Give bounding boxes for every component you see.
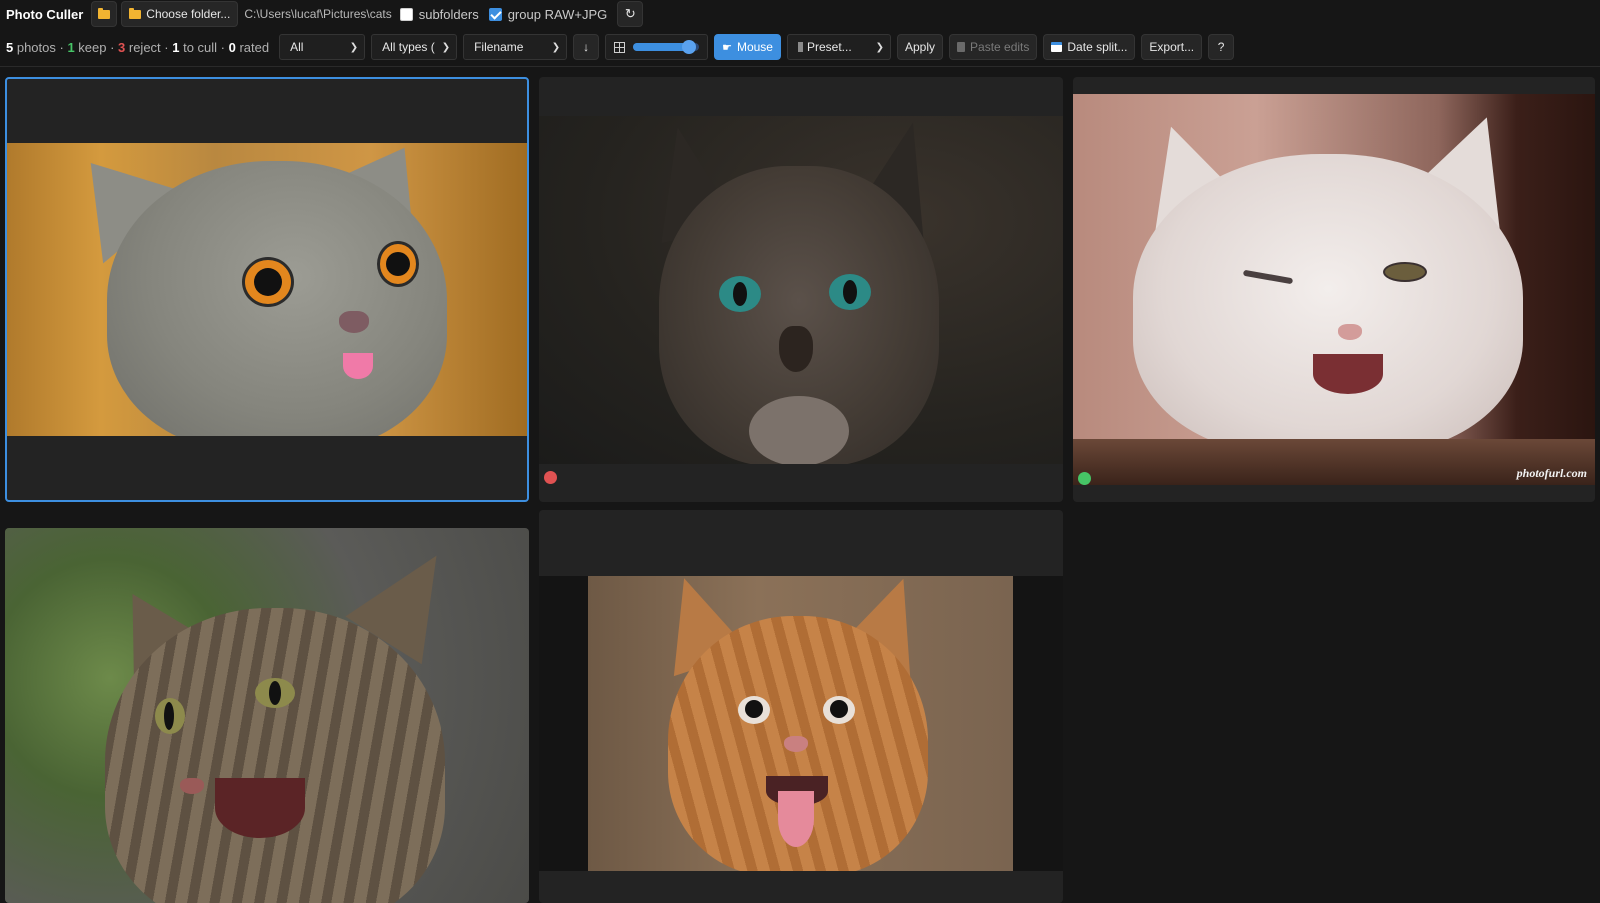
open-folder-button[interactable] bbox=[91, 1, 118, 27]
sort-select[interactable]: Filename ❯ bbox=[463, 34, 568, 60]
photo-card[interactable] bbox=[5, 77, 529, 502]
grid-icon bbox=[614, 41, 626, 53]
help-button[interactable]: ? bbox=[1208, 34, 1235, 60]
help-label: ? bbox=[1217, 40, 1225, 54]
chevron-down-icon: ❯ bbox=[875, 41, 884, 53]
watermark-text: photofurl.com bbox=[1516, 466, 1587, 480]
group-raw-jpg-checkbox-box[interactable] bbox=[488, 7, 502, 21]
sort-direction-button[interactable]: ↓ bbox=[573, 34, 600, 60]
reject-label: reject · bbox=[125, 39, 173, 55]
subfolders-checkbox-box[interactable] bbox=[399, 7, 413, 21]
preset-label: Preset... bbox=[806, 40, 852, 54]
keep-status-dot bbox=[1078, 472, 1091, 485]
photo-thumbnail-siamese-cat bbox=[539, 116, 1063, 464]
refresh-button[interactable]: ↻ bbox=[617, 1, 644, 27]
photo-card[interactable] bbox=[539, 510, 1063, 903]
apply-label: Apply bbox=[904, 40, 936, 54]
chevron-down-icon: ❯ bbox=[349, 41, 359, 53]
photo-card[interactable] bbox=[5, 528, 529, 903]
folder-icon bbox=[129, 7, 142, 19]
photos-label: photos · bbox=[13, 39, 68, 55]
photo-thumbnail-white-kitten: photofurl.com bbox=[1073, 94, 1595, 485]
rated-count: 0 bbox=[228, 39, 236, 55]
slider-thumb[interactable] bbox=[682, 40, 697, 54]
group-raw-jpg-checkbox[interactable]: group RAW+JPG bbox=[488, 6, 608, 22]
photo-card[interactable] bbox=[539, 77, 1063, 502]
paste-edits-button[interactable]: Paste edits bbox=[949, 34, 1038, 60]
arrow-down-icon: ↓ bbox=[583, 40, 590, 54]
photo-stats: 5 photos · 1 keep · 3 reject · 1 to cull… bbox=[6, 40, 269, 55]
photo-thumbnail-orange-kitten bbox=[588, 576, 1013, 871]
reject-status-dot bbox=[544, 471, 557, 484]
folder-path: C:\Users\lucaf\Pictures\cats bbox=[244, 7, 392, 21]
keep-count: 1 bbox=[67, 39, 75, 55]
preset-icon bbox=[797, 42, 803, 52]
toolbar-divider bbox=[0, 66, 1600, 67]
rated-label: rated bbox=[235, 39, 270, 55]
status-filter-select[interactable]: All ❯ bbox=[279, 34, 366, 60]
keep-label: keep · bbox=[74, 39, 119, 55]
chevron-down-icon: ❯ bbox=[551, 41, 561, 53]
type-filter-select[interactable]: All types ( ❯ bbox=[371, 34, 458, 60]
sort-value: Filename bbox=[474, 40, 524, 54]
thumbnail-size-slider[interactable] bbox=[633, 40, 700, 54]
slider-fill bbox=[633, 43, 690, 51]
status-filter-value: All bbox=[290, 40, 304, 54]
apply-button[interactable]: Apply bbox=[896, 34, 944, 60]
photo-card[interactable]: photofurl.com bbox=[1073, 77, 1595, 502]
mouse-pointer-icon: ☛ bbox=[722, 41, 732, 54]
mouse-label: Mouse bbox=[736, 40, 773, 54]
filter-toolbar: 5 photos · 1 keep · 3 reject · 1 to cull… bbox=[0, 32, 1235, 62]
type-filter-value: All types ( bbox=[382, 40, 435, 54]
mouse-mode-button[interactable]: ☛ Mouse bbox=[714, 34, 781, 60]
cull-label: to cull · bbox=[179, 39, 229, 55]
top-toolbar: Photo Culler Choose folder... C:\Users\l… bbox=[0, 0, 644, 28]
preset-select[interactable]: Preset... ❯ bbox=[786, 34, 891, 60]
export-label: Export... bbox=[1149, 40, 1195, 54]
subfolders-label: subfolders bbox=[418, 6, 479, 22]
app-title: Photo Culler bbox=[6, 6, 84, 22]
photo-thumbnail-grey-kitten bbox=[7, 143, 527, 436]
preset-value: Preset... bbox=[797, 40, 852, 54]
folder-open-icon bbox=[98, 7, 111, 19]
chevron-down-icon: ❯ bbox=[441, 41, 451, 53]
choose-folder-label: Choose folder... bbox=[146, 7, 231, 21]
date-split-label: Date split... bbox=[1067, 40, 1128, 54]
clipboard-icon bbox=[957, 42, 966, 52]
export-button[interactable]: Export... bbox=[1141, 34, 1203, 60]
calendar-icon bbox=[1051, 42, 1063, 52]
thumbnail-size-control bbox=[605, 34, 709, 60]
paste-edits-label: Paste edits bbox=[970, 40, 1030, 54]
photo-thumbnail-tabby-cat bbox=[5, 528, 529, 903]
group-raw-jpg-label: group RAW+JPG bbox=[507, 6, 608, 22]
choose-folder-button[interactable]: Choose folder... bbox=[121, 1, 239, 27]
date-split-button[interactable]: Date split... bbox=[1043, 34, 1136, 60]
refresh-icon: ↻ bbox=[624, 6, 636, 21]
subfolders-checkbox[interactable]: subfolders bbox=[399, 6, 479, 22]
